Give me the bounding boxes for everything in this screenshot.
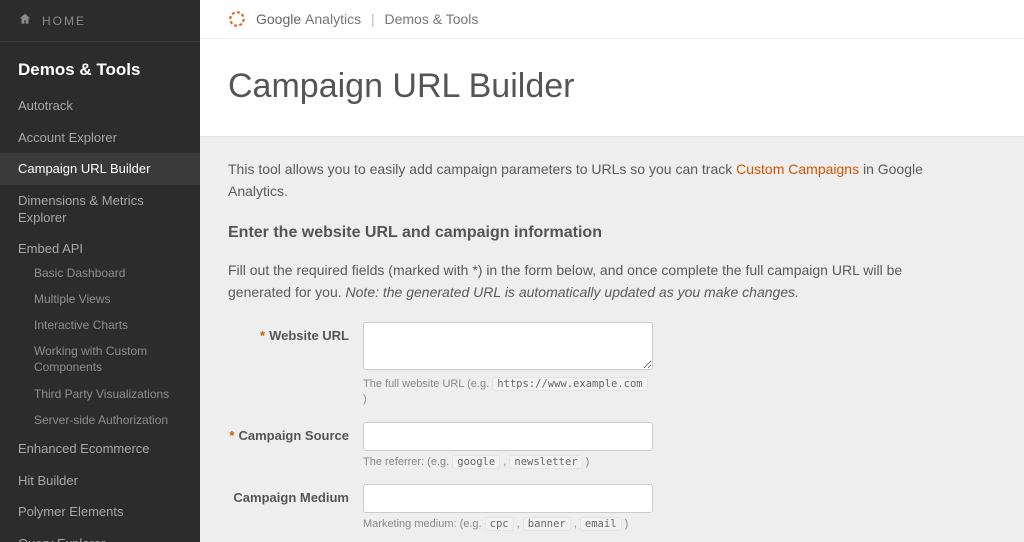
sidebar-item-polymer-elements[interactable]: Polymer Elements xyxy=(0,496,200,528)
sidebar-item-account-explorer[interactable]: Account Explorer xyxy=(0,122,200,154)
row-campaign-source: *Campaign Source The referrer: (e.g. goo… xyxy=(228,422,952,470)
label-website-url: *Website URL xyxy=(228,322,363,343)
home-label: HOME xyxy=(42,14,86,28)
sidebar-item-campaign-url-builder[interactable]: Campaign URL Builder xyxy=(0,153,200,185)
campaign-source-input[interactable] xyxy=(363,422,653,451)
sidebar-item-query-explorer[interactable]: Query Explorer xyxy=(0,528,200,542)
hint-campaign-source: The referrer: (e.g. google , newsletter … xyxy=(363,455,653,470)
sidebar-item-hit-builder[interactable]: Hit Builder xyxy=(0,465,200,497)
sidebar-group-embed-api: Embed API xyxy=(0,234,200,260)
hint-website-url: The full website URL (e.g. https://www.e… xyxy=(363,377,653,408)
intro-text: This tool allows you to easily add campa… xyxy=(228,159,952,202)
instructions: Fill out the required fields (marked wit… xyxy=(228,260,952,303)
brand-text: Google Analytics | Demos & Tools xyxy=(256,11,478,27)
sidebar-item-dimensions-metrics[interactable]: Dimensions & Metrics Explorer xyxy=(0,185,200,234)
sidebar-sub-multiple-views[interactable]: Multiple Views xyxy=(0,286,200,312)
page-title: Campaign URL Builder xyxy=(228,67,996,106)
main: Google Analytics | Demos & Tools Campaig… xyxy=(200,0,1024,542)
ga-logo-icon xyxy=(228,10,246,28)
label-campaign-medium: Campaign Medium xyxy=(228,484,363,505)
home-icon xyxy=(18,12,32,29)
section-heading: Enter the website URL and campaign infor… xyxy=(228,224,952,242)
row-website-url: *Website URL The full website URL (e.g. … xyxy=(228,322,952,408)
custom-campaigns-link[interactable]: Custom Campaigns xyxy=(736,161,859,177)
row-campaign-medium: Campaign Medium Marketing medium: (e.g. … xyxy=(228,484,952,532)
sidebar-sub-custom-components[interactable]: Working with Custom Components xyxy=(0,338,200,380)
home-link[interactable]: HOME xyxy=(0,0,200,42)
campaign-medium-input[interactable] xyxy=(363,484,653,513)
hero: Campaign URL Builder xyxy=(200,39,1024,137)
topbar: Google Analytics | Demos & Tools xyxy=(200,0,1024,39)
content: This tool allows you to easily add campa… xyxy=(200,137,980,542)
sidebar-sub-basic-dashboard[interactable]: Basic Dashboard xyxy=(0,260,200,286)
website-url-input[interactable] xyxy=(363,322,653,370)
hint-campaign-medium: Marketing medium: (e.g. cpc , banner , e… xyxy=(363,517,653,532)
label-campaign-source: *Campaign Source xyxy=(228,422,363,443)
sidebar-sub-interactive-charts[interactable]: Interactive Charts xyxy=(0,312,200,338)
sidebar-title: Demos & Tools xyxy=(0,42,200,90)
sidebar-item-enhanced-ecommerce[interactable]: Enhanced Ecommerce xyxy=(0,433,200,465)
sidebar-sub-server-auth[interactable]: Server-side Authorization xyxy=(0,407,200,433)
sidebar-item-autotrack[interactable]: Autotrack xyxy=(0,90,200,122)
sidebar: HOME Demos & Tools Autotrack Account Exp… xyxy=(0,0,200,542)
sidebar-sub-third-party-viz[interactable]: Third Party Visualizations xyxy=(0,381,200,407)
